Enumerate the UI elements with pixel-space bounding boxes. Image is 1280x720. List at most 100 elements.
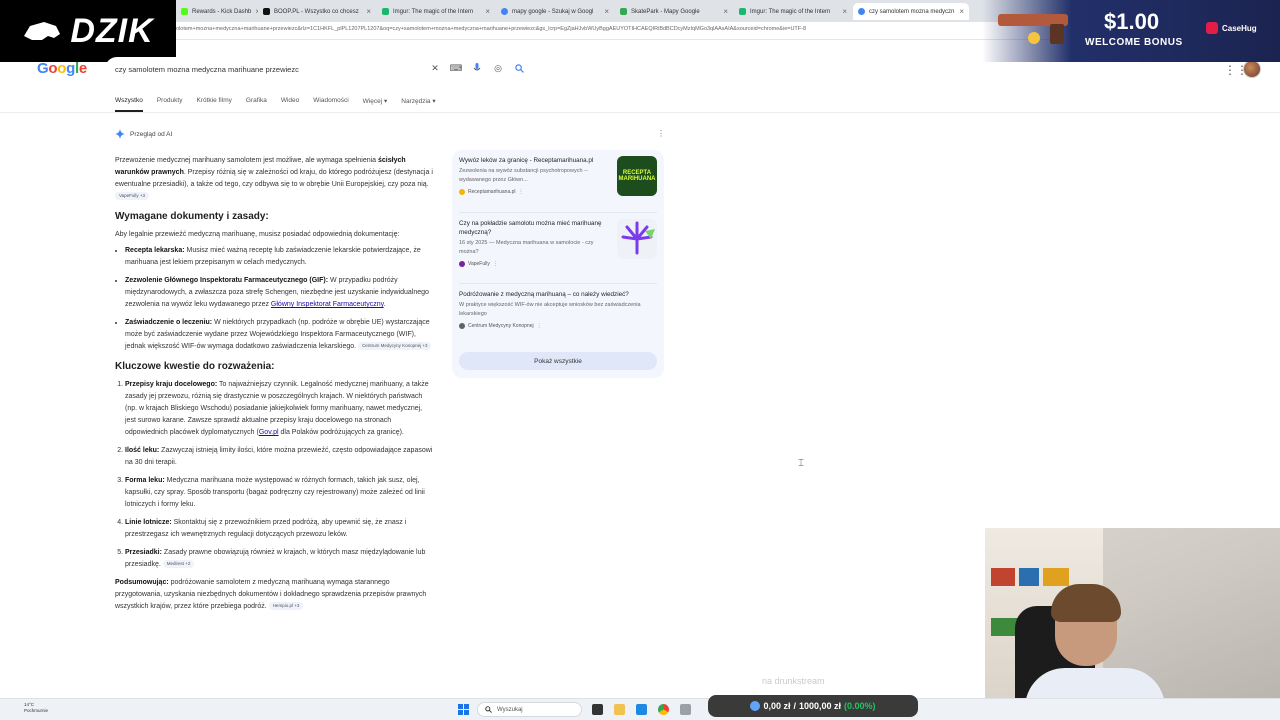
documents-list: Recepta lekarska: Musisz mieć ważną rece…	[115, 245, 433, 353]
search-icon[interactable]	[513, 62, 525, 74]
chrome-icon[interactable]	[658, 704, 669, 715]
maps-favicon-icon	[620, 8, 627, 15]
show-all-button[interactable]: Pokaż wszystkie	[459, 352, 657, 370]
imgur-favicon-icon	[739, 8, 746, 15]
google-favicon-icon	[501, 8, 508, 15]
tab-videos[interactable]: Wideo	[281, 97, 299, 112]
list-item: Przesiadki: Zasady prawne obowiązują rów…	[125, 547, 433, 571]
clear-icon[interactable]: ✕	[429, 62, 441, 74]
task-view-icon[interactable]	[592, 704, 603, 715]
search-nav-tabs: Wszystko Produkty Krótkie filmy Grafika …	[115, 97, 436, 112]
tab-imgur-2[interactable]: Imgur: The magic of the Intern ×	[734, 3, 852, 20]
list-item: Forma leku: Medyczna marihuana może wyst…	[125, 475, 433, 511]
close-tab-icon[interactable]: ×	[366, 7, 371, 16]
divider	[459, 283, 657, 284]
streamer-logo: DZIK	[0, 0, 176, 62]
source-thumbnail[interactable]	[617, 219, 657, 259]
divider	[459, 212, 657, 213]
source-chip[interactable]: Centrum Medycyny Konopnej +3	[358, 342, 432, 351]
source-thumbnail[interactable]: RECEPTA MARIHUANA	[617, 156, 657, 196]
google-favicon-icon	[858, 8, 865, 15]
ai-overview-menu-icon[interactable]: ⋮	[657, 129, 665, 138]
close-tab-icon[interactable]: ×	[723, 7, 728, 16]
store-icon[interactable]	[636, 704, 647, 715]
tab-news[interactable]: Wiadomości	[313, 97, 348, 112]
taskbar-search[interactable]: Wyszukaj	[477, 702, 582, 717]
source-card[interactable]: Podróżowanie z medyczną marihuaną – co n…	[459, 290, 657, 340]
mouse-cursor-icon: ⌶	[798, 458, 804, 469]
search-input[interactable]: czy samolotem mozna medyczna marihuane p…	[115, 65, 299, 74]
stream-watermark: na drunkstream	[762, 676, 825, 686]
list-item: Recepta lekarska: Musisz mieć ważną rece…	[125, 245, 433, 269]
heading-documents: Wymagane dokumenty i zasady:	[115, 211, 269, 222]
source-card[interactable]: Wywóz leków za granicę - Receptamarihuan…	[459, 156, 657, 204]
ai-intro: Przewożenie medycznej marihuany samolote…	[115, 157, 433, 201]
close-tab-icon[interactable]: ×	[959, 7, 964, 16]
webcam-feed	[985, 528, 1280, 720]
tab-mapy-google[interactable]: mapy google - Szukaj w Googl ×	[496, 3, 614, 20]
tab-images[interactable]: Grafika	[246, 97, 267, 112]
wallet-icon	[750, 701, 761, 711]
lens-icon[interactable]: ◎	[492, 62, 504, 74]
ai-overview-body: Przewożenie medycznej marihuany samolote…	[115, 155, 433, 617]
tab-more[interactable]: Więcej ▾	[363, 97, 388, 112]
arrow-icon: /	[793, 701, 796, 711]
heading-key-issues: Kluczowe kwestie do rozważenia:	[115, 361, 275, 372]
close-tab-icon[interactable]: ×	[485, 7, 490, 16]
cannabis-leaf-icon	[621, 221, 655, 255]
gov-link[interactable]: Gov.pl	[259, 429, 279, 436]
list-item: Przepisy kraju docelowego: To najważniej…	[125, 379, 433, 439]
more-options-icon[interactable]: ⋮	[493, 261, 498, 267]
file-explorer-icon[interactable]	[614, 704, 625, 715]
sources-panel: Wywóz leków za granicę - Receptamarihuan…	[452, 150, 664, 378]
keyboard-icon[interactable]: ⌨	[450, 62, 463, 74]
source-chip[interactable]: VapeFully +3	[115, 192, 150, 201]
list-item: Zezwolenie Głównego Inspektoratu Farmace…	[125, 275, 433, 311]
microphone-icon[interactable]	[471, 62, 483, 74]
boop-favicon-icon	[263, 8, 270, 15]
google-logo[interactable]: Google	[37, 60, 87, 77]
screen: Rewards - Kick Dashb × BOOP.PL - Wszystko…	[0, 0, 1280, 720]
close-tab-icon[interactable]: ×	[604, 7, 609, 16]
documents-intro: Aby legalnie przewieźć medyczną marihuan…	[115, 231, 400, 238]
source-card[interactable]: Czy na pokładzie samolotu można mieć mar…	[459, 219, 657, 275]
more-options-icon[interactable]: ⋮	[537, 323, 542, 329]
casehug-logo-icon	[1206, 22, 1218, 34]
list-item: Zaświadczenie o leczeniu: W niektórych p…	[125, 317, 433, 353]
person-hair	[1051, 584, 1121, 622]
tab-all[interactable]: Wszystko	[115, 97, 143, 112]
windows-start-icon[interactable]	[458, 704, 469, 715]
avatar[interactable]	[1243, 60, 1261, 78]
url-text[interactable]: olotem+mozna+medyczna+marihuane+przewiez…	[176, 26, 806, 32]
tab-kick-rewards[interactable]: Rewards - Kick Dashb ×	[176, 3, 258, 20]
ai-sparkle-icon	[115, 129, 125, 139]
taskbar: 14°C Pochmurnie Wyszukaj	[0, 698, 1280, 720]
nav-divider	[0, 112, 1280, 113]
weather-widget[interactable]: 14°C Pochmurnie	[24, 702, 48, 714]
site-favicon-icon	[459, 323, 465, 329]
gif-link[interactable]: Główny Inspektorat Farmaceutyczny	[271, 301, 384, 308]
tab-imgur-1[interactable]: Imgur: The magic of the Intern ×	[377, 3, 495, 20]
more-options-icon[interactable]: ⋮	[519, 189, 524, 195]
tab-boop[interactable]: BOOP.PL - Wszystko co chcesz ×	[258, 3, 376, 20]
close-tab-icon[interactable]: ×	[842, 7, 847, 16]
imgur-favicon-icon	[382, 8, 389, 15]
pistol-icon	[998, 14, 1068, 44]
tab-products[interactable]: Produkty	[157, 97, 183, 112]
key-issues-list: Przepisy kraju docelowego: To najważniej…	[115, 379, 433, 571]
search-box[interactable]: czy samolotem mozna medyczna marihuane p…	[105, 57, 533, 81]
tab-tools[interactable]: Narzędzia ▾	[401, 97, 435, 112]
app-icon[interactable]	[680, 704, 691, 715]
list-item: Linie lotnicze: Skontaktuj się z przewoź…	[125, 517, 433, 541]
tab-active-search[interactable]: czy samolotem mozna medyczn ×	[853, 3, 969, 20]
source-chip[interactable]: Hempio.pl +3	[268, 602, 304, 611]
source-chip[interactable]: Medirest +2	[162, 560, 195, 569]
ai-overview-header: Przegląd od AI	[115, 129, 172, 139]
tab-short-videos[interactable]: Krótkie filmy	[196, 97, 231, 112]
summary: Podsumowując: podróżowanie samolotem z m…	[115, 579, 427, 611]
tab-skatepark-maps[interactable]: SkatePark - Mapy Google ×	[615, 3, 733, 20]
kick-favicon-icon	[181, 8, 188, 15]
boar-icon	[24, 22, 61, 40]
list-item: Ilość leku: Zazwyczaj istnieją limity il…	[125, 445, 433, 469]
search-icon	[485, 706, 492, 713]
